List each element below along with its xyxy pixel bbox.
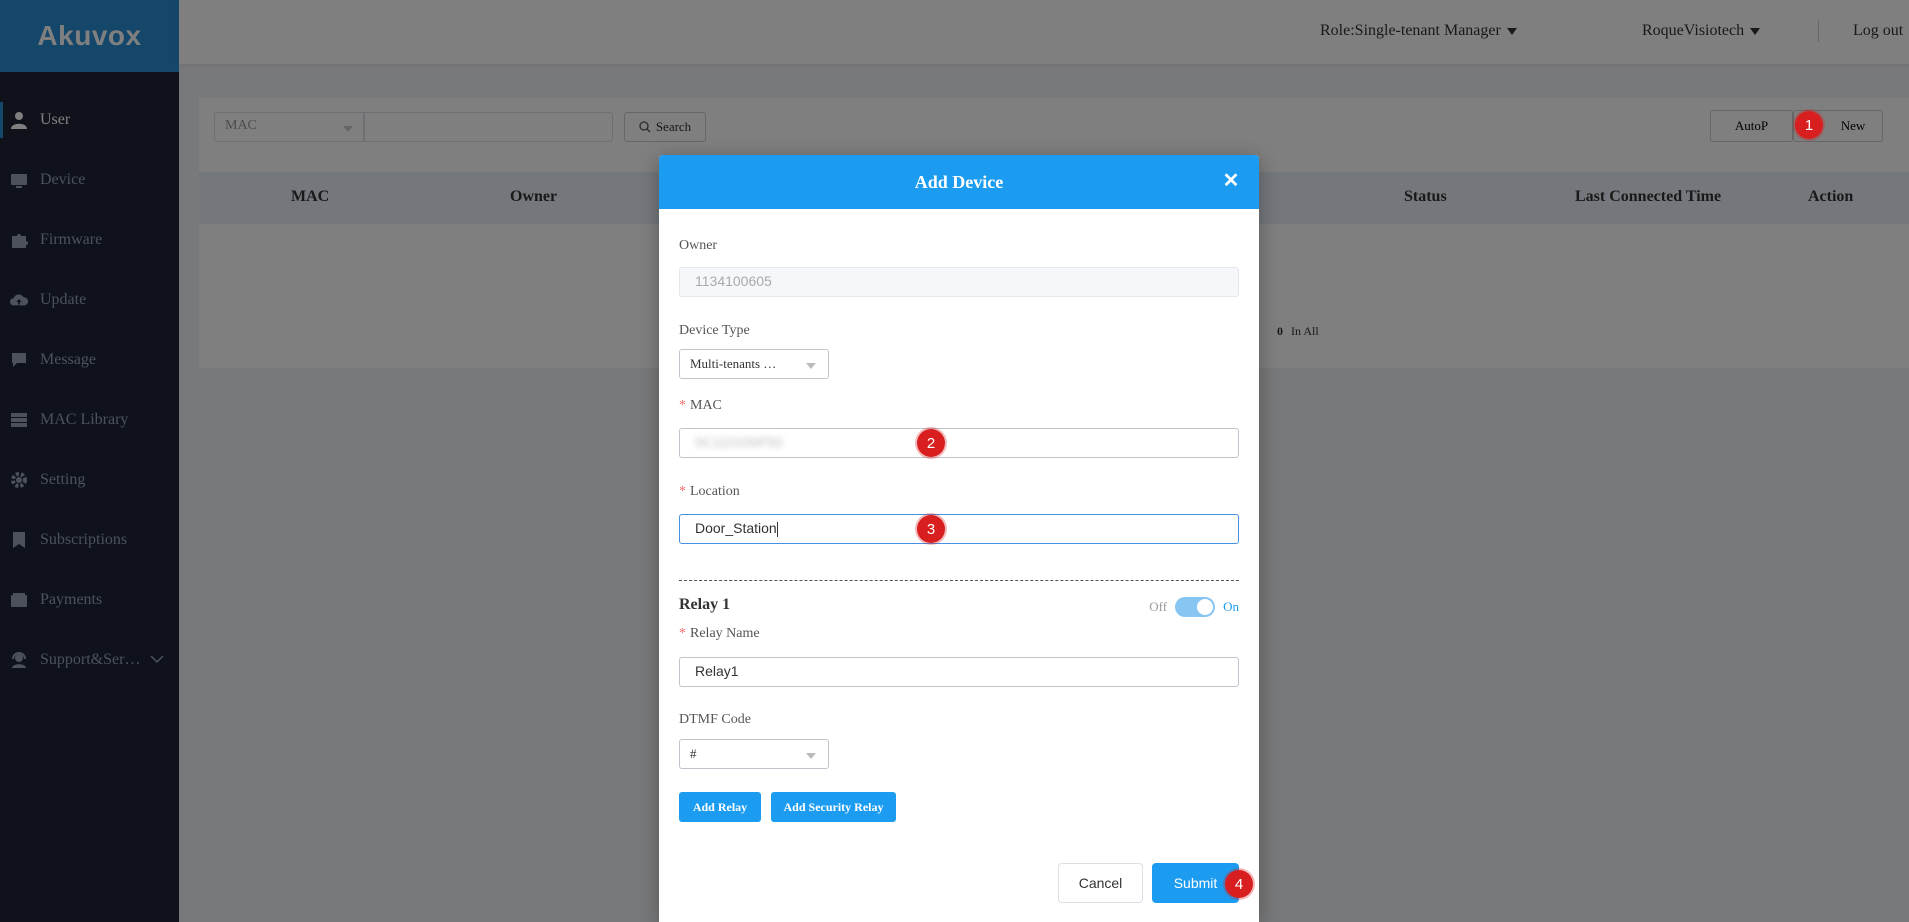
owner-field: 1134100605 (679, 267, 1239, 297)
relay-toggle-group: Off On (1149, 597, 1239, 617)
add-device-dialog: Add Device ✕ Owner 1134100605 Device Typ… (659, 155, 1259, 922)
location-field[interactable]: Door_Station (679, 514, 1239, 544)
mac-label: * MAC (679, 398, 722, 414)
relay-toggle[interactable] (1175, 597, 1216, 617)
mac-field[interactable]: 0C110100F50 (679, 428, 1239, 458)
text-cursor (776, 521, 778, 537)
required-asterisk: * (679, 626, 686, 641)
cancel-button[interactable]: Cancel (1058, 863, 1143, 903)
relay-name-label-text: Relay Name (690, 626, 760, 641)
relay-name-label: * Relay Name (679, 626, 760, 642)
mac-value: 0C110100F50 (695, 434, 783, 450)
device-type-label: Device Type (679, 323, 750, 338)
dialog-title: Add Device (914, 171, 1004, 192)
section-divider (679, 580, 1239, 581)
device-type-value: Multi-tenants … (690, 356, 777, 371)
toggle-knob (1197, 599, 1214, 615)
owner-label-text: Owner (679, 238, 718, 253)
close-icon[interactable]: ✕ (1221, 171, 1241, 191)
step-marker-4: 4 (1225, 870, 1253, 898)
add-relay-button[interactable]: Add Relay (679, 792, 761, 822)
chevron-down-icon (806, 363, 816, 369)
location-value: Door_Station (695, 520, 777, 536)
required-asterisk: * (679, 398, 686, 413)
step-marker-3: 3 (917, 515, 945, 543)
location-label-text: Location (690, 484, 740, 499)
toggle-off-label: Off (1149, 599, 1168, 614)
dialog-header: Add Device ✕ (659, 155, 1259, 209)
step-marker-1: 1 (1795, 111, 1823, 139)
add-security-relay-button[interactable]: Add Security Relay (771, 792, 896, 822)
dtmf-value: # (690, 746, 697, 761)
device-type-select[interactable]: Multi-tenants … (679, 349, 829, 379)
dtmf-label: DTMF Code (679, 712, 751, 727)
step-marker-2: 2 (917, 429, 945, 457)
toggle-on-label: On (1223, 599, 1239, 614)
dtmf-select[interactable]: # (679, 739, 829, 769)
mac-label-text: MAC (690, 398, 722, 413)
chevron-down-icon (806, 753, 816, 759)
location-label: * Location (679, 484, 740, 500)
required-asterisk: * (679, 484, 686, 499)
relay-name-field[interactable]: Relay1 (679, 657, 1239, 687)
relay-title: Relay 1 (679, 596, 731, 613)
